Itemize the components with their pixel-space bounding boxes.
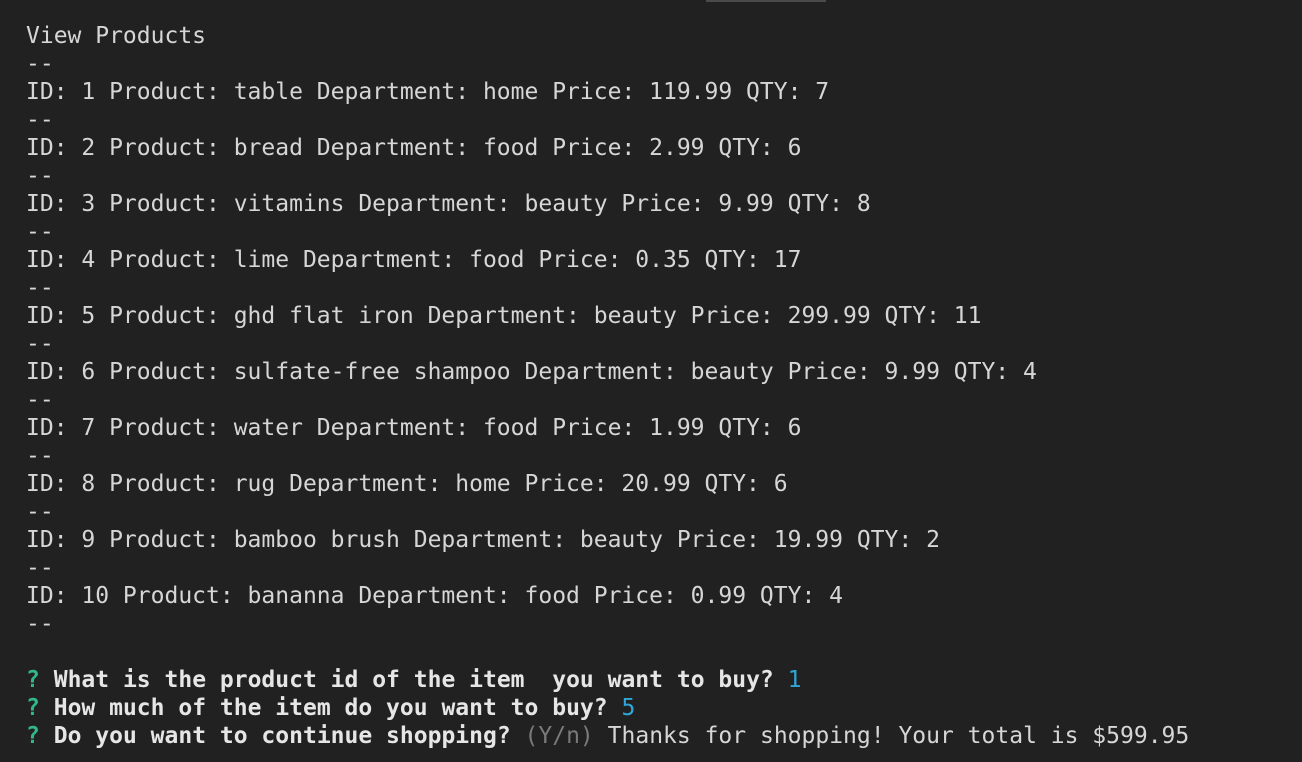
header-line: View Products: [26, 23, 207, 49]
prompt-answer: 5: [621, 695, 636, 721]
product-line: ID: 1 Product: table Department: home Pr…: [26, 79, 830, 105]
separator-line: --: [26, 219, 54, 245]
product-line: ID: 5 Product: ghd flat iron Department:…: [26, 303, 982, 329]
separator-line: --: [26, 51, 54, 77]
product-line: ID: 4 Product: lime Department: food Pri…: [26, 247, 802, 273]
separator-line: --: [26, 387, 54, 413]
prompt-product-id: ? What is the product id of the item you…: [26, 666, 1302, 694]
prompt-quantity: ? How much of the item do you want to bu…: [26, 694, 1302, 722]
product-line: ID: 2 Product: bread Department: food Pr…: [26, 135, 802, 161]
separator-line: --: [26, 499, 54, 525]
prompt-question: What is the product id of the item you w…: [53, 667, 774, 693]
prompt-mark: ?: [26, 723, 40, 749]
prompt-hint: (Y/n): [524, 723, 594, 749]
product-line: ID: 7 Product: water Department: food Pr…: [26, 415, 802, 441]
separator-line: --: [26, 331, 54, 357]
total-output: Thanks for shopping! Your total is $599.…: [607, 723, 1190, 749]
product-line: ID: 6 Product: sulfate-free shampoo Depa…: [26, 359, 1037, 385]
prompt-answer: 1: [787, 667, 802, 693]
product-line: ID: 8 Product: rug Department: home Pric…: [26, 471, 788, 497]
separator-line: --: [26, 163, 54, 189]
terminal-window[interactable]: View Products -- ID: 1 Product: table De…: [0, 0, 1302, 762]
separator-line: --: [26, 611, 54, 637]
product-line: ID: 3 Product: vitamins Department: beau…: [26, 191, 871, 217]
separator-line: --: [26, 275, 54, 301]
prompt-question: Do you want to continue shopping?: [53, 723, 511, 749]
separator-line: --: [26, 555, 54, 581]
prompt-question: How much of the item do you want to buy?: [53, 695, 608, 721]
terminal-output: View Products -- ID: 1 Product: table De…: [26, 22, 1302, 750]
tab-indicator: [706, 0, 826, 2]
product-line: ID: 10 Product: bananna Department: food…: [26, 583, 843, 609]
separator-line: --: [26, 443, 54, 469]
separator-line: --: [26, 107, 54, 133]
prompt-continue[interactable]: ? Do you want to continue shopping? (Y/n…: [26, 722, 1302, 750]
prompt-mark: ?: [26, 667, 40, 693]
prompt-mark: ?: [26, 695, 40, 721]
product-line: ID: 9 Product: bamboo brush Department: …: [26, 527, 940, 553]
